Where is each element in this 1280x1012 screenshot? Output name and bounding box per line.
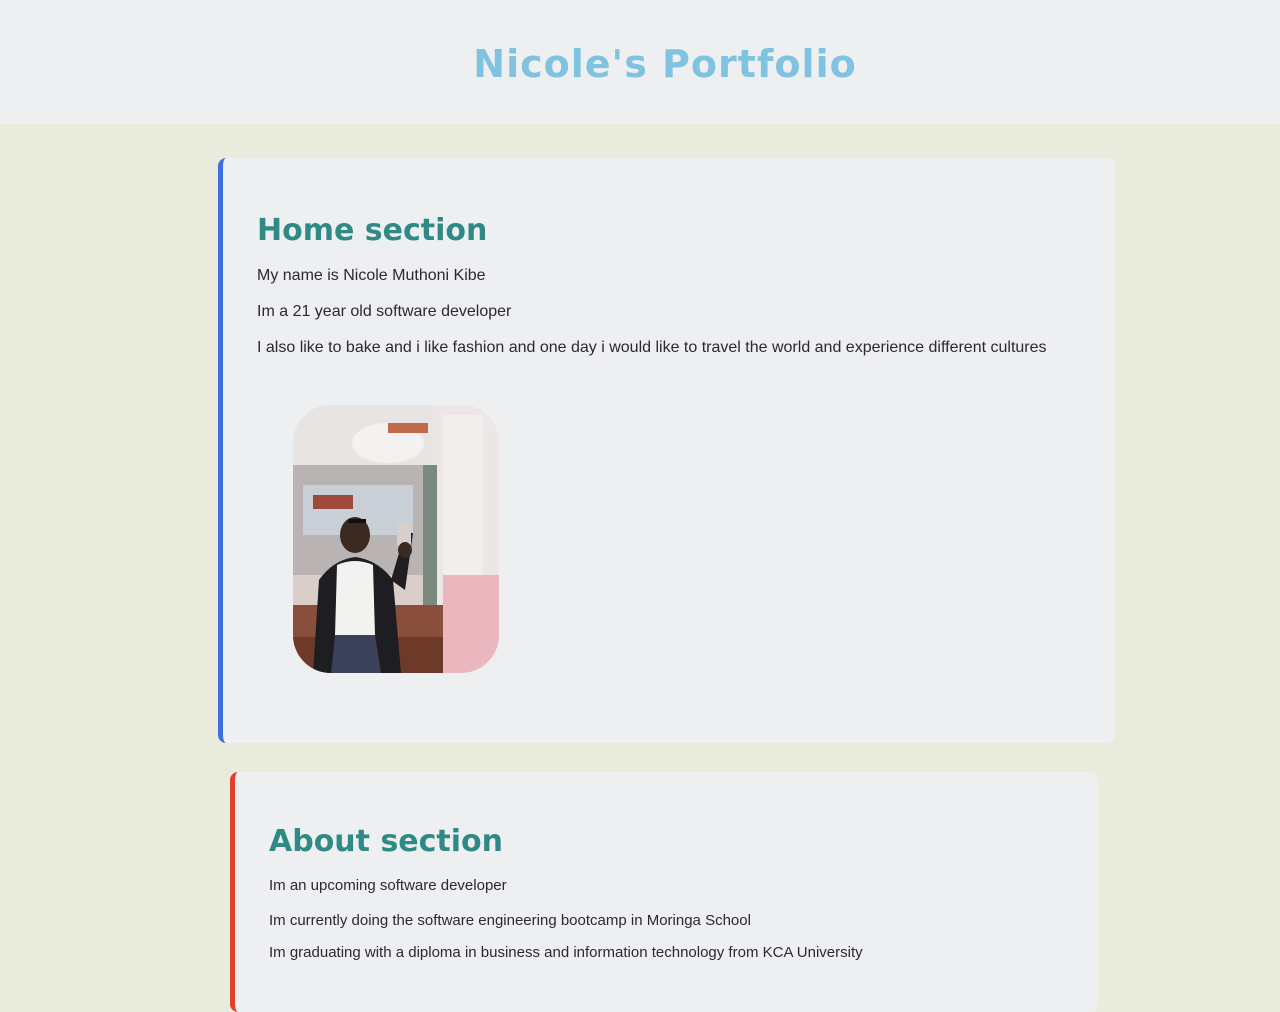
- about-paragraph-role: Im an upcoming software developer: [269, 877, 507, 894]
- about-paragraph-bootcamp: Im currently doing the software engineer…: [269, 912, 751, 929]
- home-section: Home section My name is Nicole Muthoni K…: [218, 158, 1115, 743]
- home-paragraph-hobbies: I also like to bake and i like fashion a…: [257, 339, 1047, 356]
- about-heading: About section: [269, 824, 504, 859]
- site-title: Nicole's Portfolio: [473, 42, 857, 86]
- home-paragraph-age: Im a 21 year old software developer: [257, 303, 512, 320]
- about-paragraph-diploma: Im graduating with a diploma in business…: [269, 944, 863, 961]
- profile-photo: [293, 405, 499, 673]
- home-paragraph-name: My name is Nicole Muthoni Kibe: [257, 267, 486, 284]
- about-section: About section Im an upcoming software de…: [230, 772, 1098, 1012]
- home-heading: Home section: [257, 213, 488, 248]
- site-header: Nicole's Portfolio: [0, 0, 1280, 124]
